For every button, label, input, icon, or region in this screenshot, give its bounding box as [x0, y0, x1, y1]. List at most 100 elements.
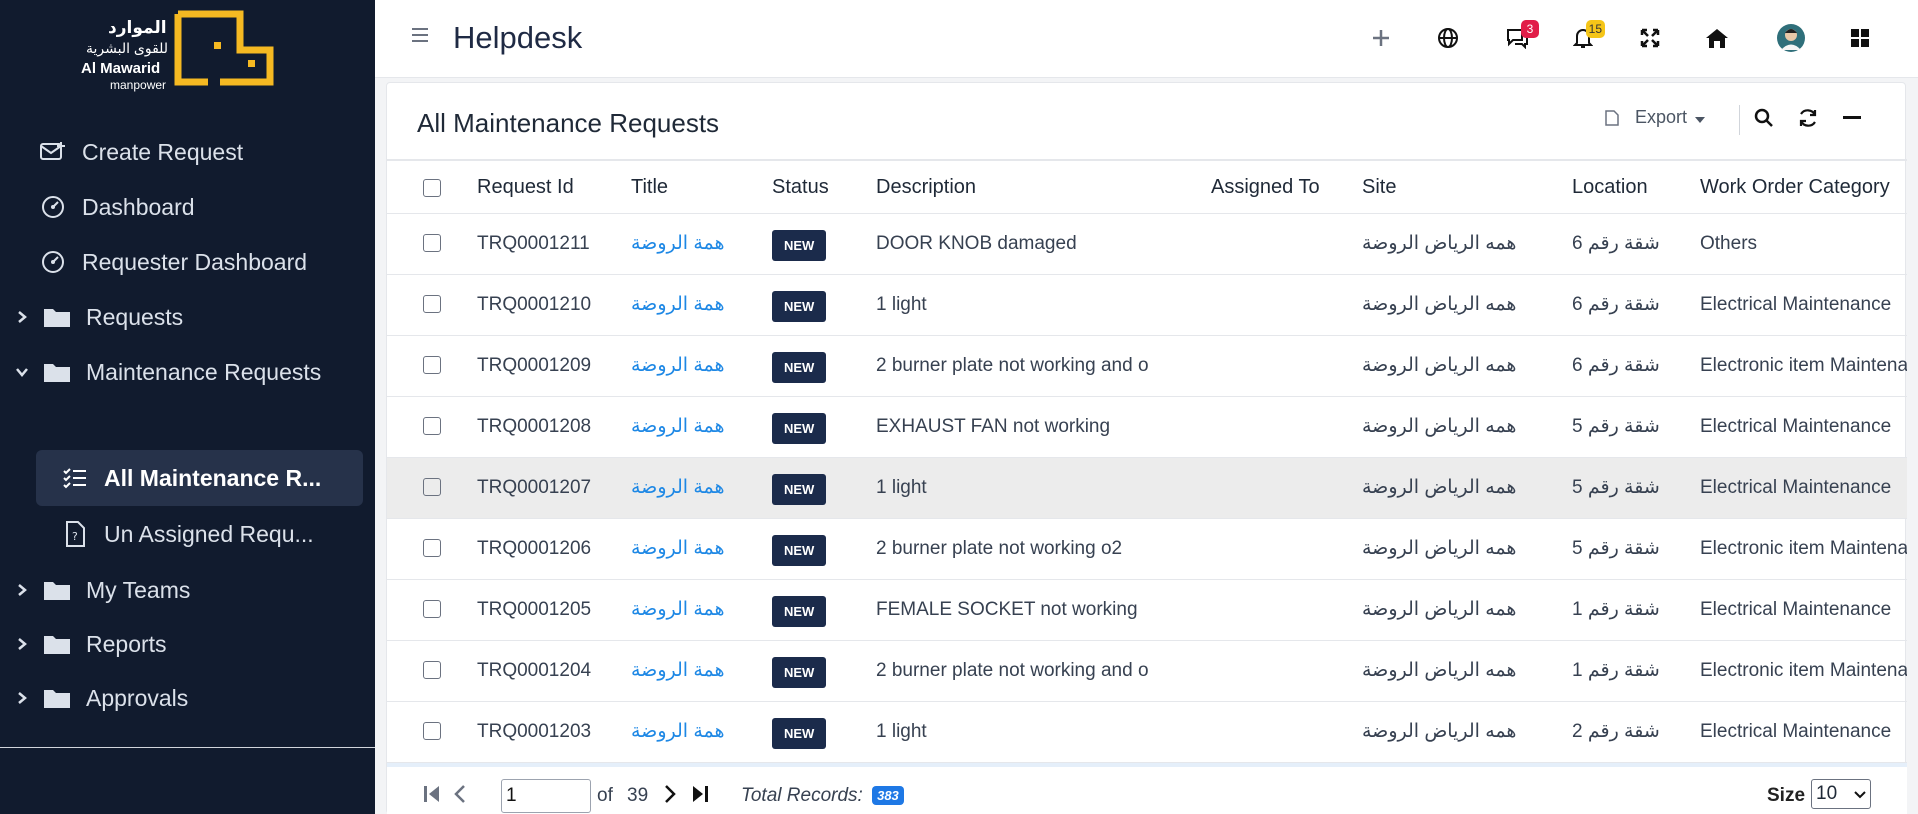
status-badge: NEW: [772, 230, 827, 261]
row-select-cell: [387, 396, 477, 458]
column-header-description[interactable]: Description: [876, 163, 1211, 214]
row-checkbox[interactable]: [423, 295, 441, 314]
table-row[interactable]: TRQ0001203 همة الروضة NEW 1 light همه الرياض…: [387, 701, 1907, 763]
description-cell: 1 light: [876, 457, 1211, 519]
page-size-select[interactable]: 10: [1811, 779, 1871, 809]
company-logo[interactable]: الموارد للقوى البشرية Al Mawarid manpowe…: [78, 10, 288, 92]
sidebar-item-requester-dashboard[interactable]: Requester Dashboard: [0, 234, 375, 290]
sidebar-item-label: Requests: [86, 303, 184, 330]
row-checkbox[interactable]: [423, 356, 441, 375]
row-checkbox[interactable]: [423, 234, 441, 253]
row-checkbox[interactable]: [423, 417, 441, 436]
sidebar-item-maintenance-requests[interactable]: Maintenance Requests: [0, 344, 375, 400]
status-cell: NEW: [772, 640, 876, 702]
table-row[interactable]: TRQ0001209 همة الروضة NEW 2 burner plate no…: [387, 335, 1907, 397]
title-text[interactable]: همة الروضة: [631, 233, 725, 254]
table-row[interactable]: TRQ0001204 همة الروضة NEW 2 burner plate no…: [387, 640, 1907, 702]
chevron-right-icon: [14, 582, 30, 598]
file-question-icon: ?: [60, 519, 90, 549]
request-id-text: TRQ0001207: [477, 476, 592, 498]
toolbar-divider: [1739, 105, 1740, 135]
logo-mark-icon: [174, 10, 274, 86]
row-checkbox[interactable]: [423, 661, 441, 680]
export-button[interactable]: Export: [1605, 107, 1706, 128]
title-text[interactable]: همة الروضة: [631, 599, 725, 620]
sidebar-item-label: Create Request: [82, 138, 244, 165]
last-page-icon[interactable]: [689, 783, 711, 805]
title-text[interactable]: همة الروضة: [631, 660, 725, 681]
table-row[interactable]: TRQ0001210 همة الروضة NEW 1 light همه الرياض…: [387, 274, 1907, 336]
status-cell: NEW: [772, 457, 876, 519]
sidebar-item-dashboard[interactable]: Dashboard: [0, 179, 375, 235]
status-cell: NEW: [772, 335, 876, 397]
sidebar-item-unassigned-requests[interactable]: ? Un Assigned Requ...: [0, 506, 375, 562]
add-icon[interactable]: [1365, 22, 1397, 54]
row-checkbox[interactable]: [423, 722, 441, 741]
assigned-to-cell: [1211, 335, 1362, 397]
row-checkbox[interactable]: [423, 478, 441, 497]
title-text[interactable]: همة الروضة: [631, 477, 725, 498]
column-header-request-id[interactable]: Request Id: [477, 163, 631, 214]
bell-icon[interactable]: 15: [1567, 20, 1605, 54]
column-header-work-order-category[interactable]: Work Order Category: [1700, 163, 1907, 214]
description-text: 1 light: [876, 476, 927, 498]
table-row[interactable]: TRQ0001211 همة الروضة NEW DOOR KNOB damaged…: [387, 213, 1907, 275]
row-select-cell: [387, 640, 477, 702]
sidebar-item-approvals[interactable]: Approvals: [0, 670, 375, 726]
collapse-icon[interactable]: [1837, 103, 1867, 133]
total-records-label: Total Records:: [741, 785, 863, 806]
row-checkbox[interactable]: [423, 539, 441, 558]
menu-toggle-icon[interactable]: [410, 26, 430, 46]
sidebar-item-label: Reports: [86, 630, 167, 657]
category-text: Electrical Maintenance: [1700, 598, 1892, 620]
site-cell: همه الرياض الروضة: [1362, 518, 1572, 580]
fullscreen-icon[interactable]: [1634, 22, 1666, 54]
title-text[interactable]: همة الروضة: [631, 538, 725, 559]
column-header-site[interactable]: Site: [1362, 163, 1572, 214]
table-row[interactable]: TRQ0001205 همة الروضة NEW FEMALE SOCKET not…: [387, 579, 1907, 641]
column-header-location[interactable]: Location: [1572, 163, 1700, 214]
row-checkbox[interactable]: [423, 600, 441, 619]
title-text[interactable]: همة الروضة: [631, 355, 725, 376]
request-id-cell: TRQ0001203: [477, 701, 631, 763]
status-cell: NEW: [772, 213, 876, 275]
gauge-icon: [38, 247, 68, 277]
folder-icon: [42, 683, 72, 713]
site-cell: همه الرياض الروضة: [1362, 457, 1572, 519]
sidebar-item-my-teams[interactable]: My Teams: [0, 562, 375, 618]
previous-page-icon[interactable]: [449, 783, 471, 805]
description-text: 2 burner plate not working and o: [876, 659, 1149, 681]
apps-grid-icon[interactable]: [1844, 22, 1876, 54]
title-text[interactable]: همة الروضة: [631, 416, 725, 437]
location-text: شقة رقم 5: [1572, 538, 1660, 559]
search-icon[interactable]: [1749, 103, 1779, 133]
chat-icon[interactable]: 3: [1501, 20, 1539, 54]
home-icon[interactable]: [1701, 22, 1733, 54]
table-row[interactable]: TRQ0001207 همة الروضة NEW 1 light Viewهمه ال…: [387, 457, 1907, 519]
sidebar-item-label: Requester Dashboard: [82, 248, 308, 275]
globe-icon[interactable]: [1432, 22, 1464, 54]
location-cell: شقة رقم 1: [1572, 640, 1700, 702]
next-page-icon[interactable]: [659, 783, 681, 805]
sidebar-item-create-request[interactable]: Create Request: [0, 124, 375, 180]
table-row[interactable]: TRQ0001208 همة الروضة NEW EXHAUST FAN not w…: [387, 396, 1907, 458]
category-cell: Others: [1700, 213, 1907, 275]
column-header-title[interactable]: Title: [631, 163, 772, 214]
table-row[interactable]: TRQ0001206 همة الروضة NEW 2 burner plate no…: [387, 518, 1907, 580]
first-page-icon[interactable]: [421, 783, 443, 805]
sidebar-item-all-maintenance-requests[interactable]: All Maintenance R...: [36, 450, 363, 506]
page-number-input[interactable]: [501, 779, 591, 813]
gauge-icon: [38, 192, 68, 222]
refresh-icon[interactable]: [1793, 103, 1823, 133]
column-header-assigned-to[interactable]: Assigned To: [1211, 163, 1362, 214]
sidebar-item-reports[interactable]: Reports: [0, 616, 375, 672]
title-text[interactable]: همة الروضة: [631, 294, 725, 315]
category-cell: Electrical Maintenance: [1700, 274, 1907, 336]
title-text[interactable]: همة الروضة: [631, 721, 725, 742]
avatar[interactable]: [1775, 22, 1807, 54]
category-cell: Electronic item Maintenance: [1700, 518, 1907, 580]
sidebar-item-requests[interactable]: Requests: [0, 289, 375, 345]
select-all-checkbox[interactable]: [423, 178, 441, 197]
description-cell: EXHAUST FAN not working: [876, 396, 1211, 458]
column-header-status[interactable]: Status: [772, 163, 876, 214]
